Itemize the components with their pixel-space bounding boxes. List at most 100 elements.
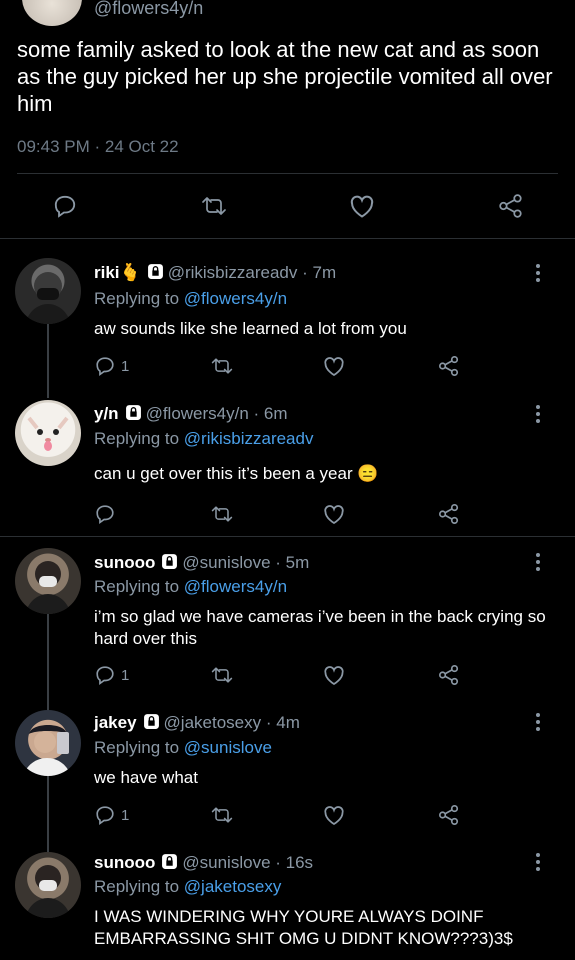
author-handle[interactable]: @flowers4y/n bbox=[94, 0, 203, 19]
replying-to: Replying to @jaketosexy bbox=[94, 877, 282, 896]
more-icon bbox=[536, 553, 540, 571]
display-name[interactable]: sunooo bbox=[94, 553, 155, 572]
comment-icon bbox=[96, 357, 114, 377]
share-icon bbox=[439, 665, 459, 685]
comment-icon bbox=[96, 505, 114, 525]
display-name[interactable]: sunooo bbox=[94, 853, 155, 872]
post-time: · 4m bbox=[265, 713, 300, 732]
reply-count: 1 bbox=[121, 807, 130, 824]
more-icon bbox=[536, 405, 540, 423]
lock-icon bbox=[161, 553, 178, 570]
post-time: · 16s bbox=[275, 853, 314, 872]
reply-text: we have what bbox=[94, 768, 198, 787]
retweet-button[interactable] bbox=[210, 664, 234, 686]
share-icon bbox=[439, 504, 459, 524]
reply-button[interactable] bbox=[94, 664, 116, 686]
retweet-button[interactable] bbox=[210, 804, 234, 826]
reply-text: I WAS WINDERING WHY YOURE ALWAYS DOINF E… bbox=[94, 907, 513, 948]
reply-actions: 1 bbox=[94, 355, 474, 379]
share-button[interactable] bbox=[438, 355, 460, 377]
reply-text: aw sounds like she learned a lot from yo… bbox=[94, 319, 407, 338]
heart-icon bbox=[324, 666, 344, 686]
retweet-icon bbox=[211, 358, 233, 374]
author-avatar[interactable] bbox=[22, 0, 82, 26]
reply-count: 1 bbox=[121, 358, 130, 375]
more-icon bbox=[536, 264, 540, 282]
comment-icon bbox=[96, 666, 114, 686]
retweet-icon bbox=[211, 667, 233, 683]
replying-to: Replying to @sunislove bbox=[94, 738, 272, 757]
replying-to: Replying to @flowers4y/n bbox=[94, 289, 288, 308]
thread-line bbox=[47, 324, 49, 398]
replying-to-link[interactable]: @rikisbizzareadv bbox=[184, 429, 314, 448]
user-handle[interactable]: @jaketosexy bbox=[164, 713, 262, 732]
share-button[interactable] bbox=[438, 664, 460, 686]
reply-count: 1 bbox=[121, 667, 130, 684]
replying-to-link[interactable]: @flowers4y/n bbox=[184, 289, 287, 308]
reply-actions: 1 bbox=[94, 804, 474, 828]
replying-to-link[interactable]: @flowers4y/n bbox=[184, 577, 287, 596]
retweet-button[interactable] bbox=[200, 193, 228, 219]
user-handle[interactable]: @flowers4y/n bbox=[146, 404, 249, 423]
post-time: · 5m bbox=[275, 553, 310, 572]
retweet-button[interactable] bbox=[210, 503, 234, 525]
post-time: · 7m bbox=[302, 263, 337, 282]
user-handle[interactable]: @sunislove bbox=[182, 853, 270, 872]
user-handle[interactable]: @rikisbizzareadv bbox=[168, 263, 298, 282]
like-button[interactable] bbox=[322, 804, 346, 826]
like-button[interactable] bbox=[322, 664, 346, 686]
share-button[interactable] bbox=[438, 804, 460, 826]
display-name[interactable]: riki bbox=[94, 263, 120, 282]
more-icon bbox=[536, 853, 540, 871]
like-button[interactable] bbox=[348, 193, 376, 219]
share-button[interactable] bbox=[498, 193, 524, 219]
cat-avatar[interactable] bbox=[15, 400, 81, 466]
share-icon bbox=[499, 194, 522, 218]
replying-to: Replying to @flowers4y/n bbox=[94, 577, 288, 596]
reply-button[interactable] bbox=[94, 804, 116, 826]
share-icon bbox=[439, 356, 459, 376]
replying-to: Replying to @rikisbizzareadv bbox=[94, 429, 314, 448]
lock-icon bbox=[161, 853, 178, 870]
more-options-button[interactable] bbox=[532, 852, 544, 872]
tweet-timestamp[interactable]: 09:43 PM · 24 Oct 22 bbox=[17, 137, 179, 157]
like-button[interactable] bbox=[322, 355, 346, 377]
reply-actions bbox=[94, 503, 474, 527]
reply-button[interactable] bbox=[94, 503, 116, 525]
retweet-icon bbox=[211, 506, 233, 522]
retweet-button[interactable] bbox=[210, 355, 234, 377]
comment-icon bbox=[54, 195, 76, 218]
retweet-icon bbox=[202, 197, 226, 215]
share-icon bbox=[439, 805, 459, 825]
reply-actions: 1 bbox=[94, 664, 474, 688]
lock-icon bbox=[147, 263, 164, 280]
lock-icon bbox=[125, 404, 142, 421]
more-options-button[interactable] bbox=[532, 552, 544, 572]
person-mask-avatar[interactable] bbox=[15, 852, 81, 918]
person-mask-avatar[interactable] bbox=[15, 548, 81, 614]
post-time: · 6m bbox=[253, 404, 288, 423]
display-name[interactable]: jakey bbox=[94, 713, 137, 732]
heart-icon bbox=[324, 806, 344, 826]
user-handle[interactable]: @sunislove bbox=[182, 553, 270, 572]
more-icon bbox=[536, 713, 540, 731]
person-phone-avatar[interactable] bbox=[15, 710, 81, 776]
reply-button[interactable] bbox=[52, 193, 78, 219]
heart-icon bbox=[324, 357, 344, 377]
reply-text: i’m so glad we have cameras i’ve been in… bbox=[94, 607, 546, 648]
display-name[interactable]: y/n bbox=[94, 404, 119, 423]
more-options-button[interactable] bbox=[532, 263, 544, 283]
reply-button[interactable] bbox=[94, 355, 116, 377]
divider bbox=[17, 173, 558, 174]
thread-line bbox=[47, 614, 49, 710]
thread-line bbox=[47, 776, 49, 852]
replying-to-link[interactable]: @sunislove bbox=[184, 738, 272, 757]
replying-to-link[interactable]: @jaketosexy bbox=[184, 877, 282, 896]
like-button[interactable] bbox=[322, 503, 346, 525]
divider bbox=[0, 536, 575, 537]
tweet-text: some family asked to look at the new cat… bbox=[17, 37, 553, 116]
more-options-button[interactable] bbox=[532, 404, 544, 424]
masked-person-avatar[interactable] bbox=[15, 258, 81, 324]
share-button[interactable] bbox=[438, 503, 460, 525]
more-options-button[interactable] bbox=[532, 712, 544, 732]
